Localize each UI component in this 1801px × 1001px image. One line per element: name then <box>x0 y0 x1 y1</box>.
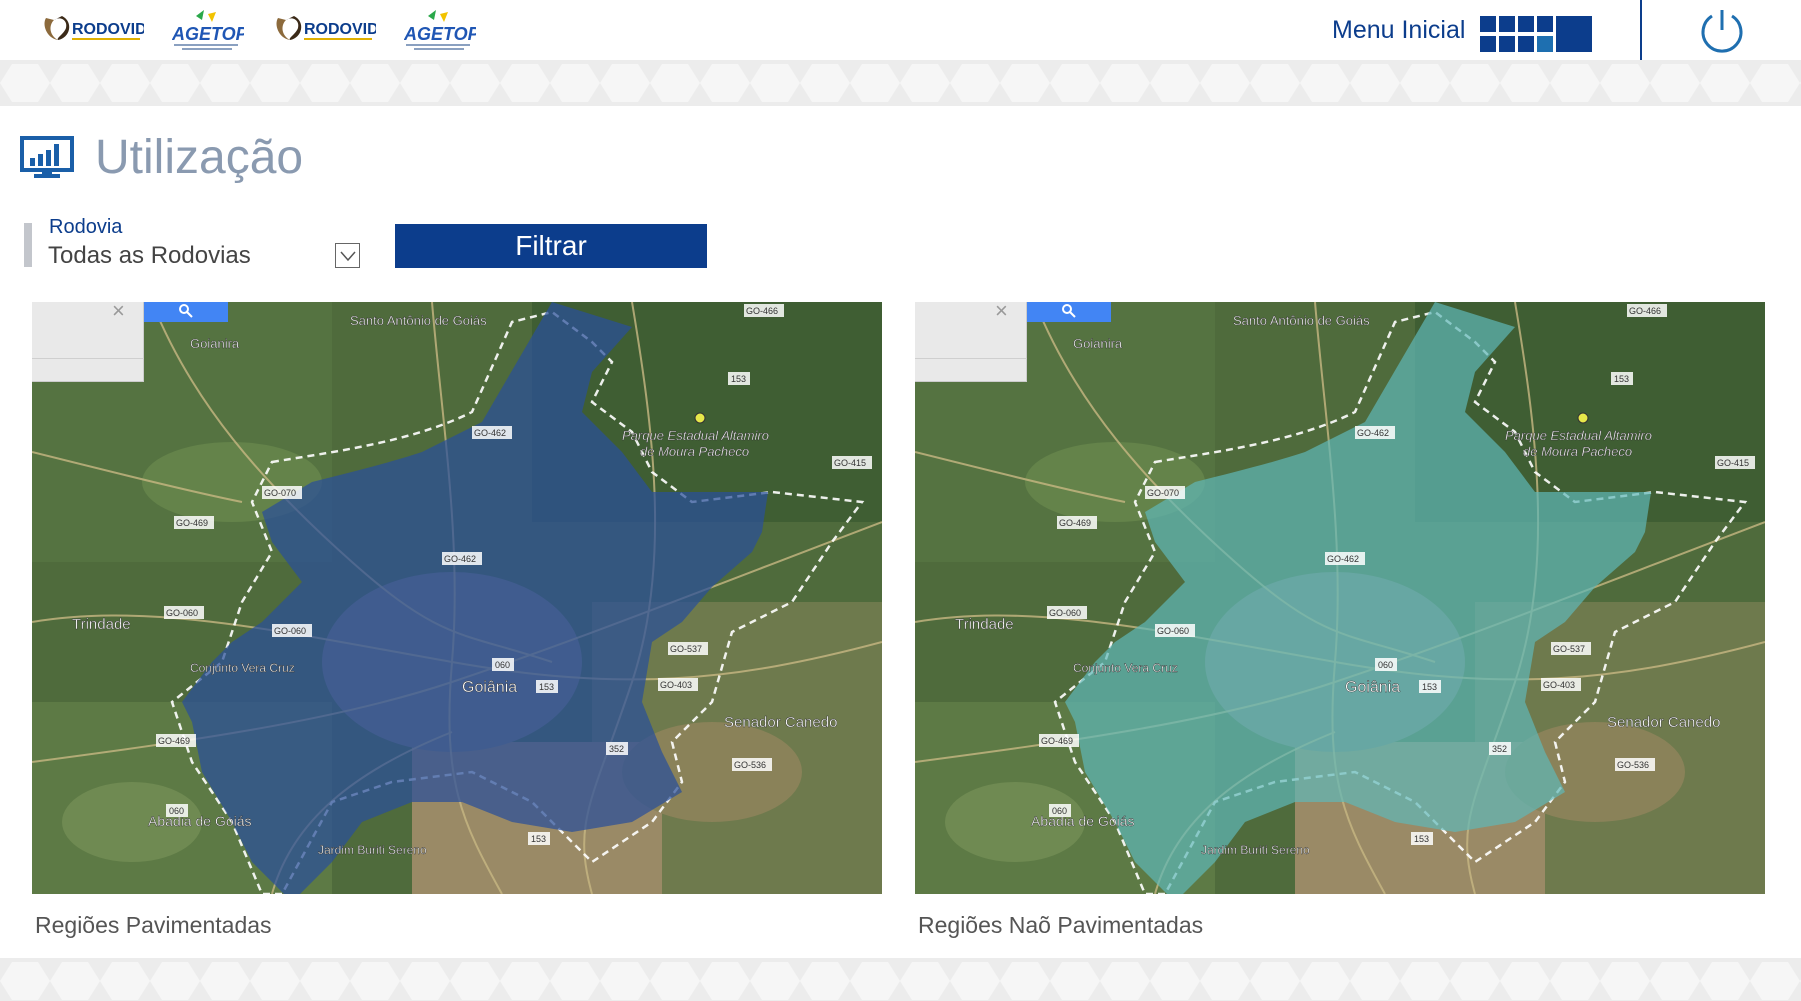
rodovia-label: Rodovia <box>49 216 123 238</box>
svg-text:GO-060: GO-060 <box>166 608 198 618</box>
filter-accent-bar <box>24 223 32 267</box>
svg-text:AGETOP: AGETOP <box>404 24 476 44</box>
rodovida-logo[interactable]: RODOVIDA <box>272 10 376 52</box>
svg-text:153: 153 <box>1614 374 1629 384</box>
footer-pattern-band <box>0 958 1801 1001</box>
svg-text:GO-060: GO-060 <box>1157 626 1189 636</box>
menu-inicial-link[interactable]: Menu Inicial <box>1332 16 1465 45</box>
svg-text:060: 060 <box>169 806 184 816</box>
svg-text:060: 060 <box>1052 806 1067 816</box>
svg-text:153: 153 <box>531 834 546 844</box>
map-label-parque-2: de Moura Pacheco <box>640 444 749 459</box>
svg-text:GO-469: GO-469 <box>1041 736 1073 746</box>
map-search-box[interactable]: × <box>915 302 1027 382</box>
map-label-jardim: Jardim Buriti Sereno <box>1201 843 1310 857</box>
satellite-map[interactable]: Santo Antônio de Goiás Goianira Parque E… <box>915 302 1765 894</box>
map-label-goiania: Goiânia <box>1345 679 1400 696</box>
svg-text:GO-415: GO-415 <box>1717 458 1749 468</box>
svg-text:GO-070: GO-070 <box>1147 488 1179 498</box>
svg-text:GO-403: GO-403 <box>1543 680 1575 690</box>
page-title: Utilização <box>95 131 304 184</box>
header-pattern-band <box>0 60 1801 106</box>
map-label-vera-cruz: Conjunto Vera Cruz <box>190 661 295 675</box>
rodovia-select[interactable]: Todas as Rodovias <box>48 240 362 272</box>
search-icon <box>1062 304 1076 318</box>
svg-text:352: 352 <box>609 744 624 754</box>
svg-text:GO-415: GO-415 <box>834 458 866 468</box>
top-bar: RODOVIDA AGETOP RODOVIDA <box>0 0 1801 60</box>
svg-text:GO-462: GO-462 <box>1357 428 1389 438</box>
map-unpaved-regions[interactable]: Santo Antônio de Goiás Goianira Parque E… <box>915 302 1765 894</box>
svg-text:GO-536: GO-536 <box>1617 760 1649 770</box>
map-label-trindade: Trindade <box>72 616 131 633</box>
monitor-chart-icon <box>20 136 74 178</box>
map-label-goianira: Goianira <box>190 336 240 351</box>
agetop-logo[interactable]: AGETOP <box>404 10 476 52</box>
svg-text:153: 153 <box>539 682 554 692</box>
svg-text:GO-070: GO-070 <box>264 488 296 498</box>
map-label-abadia: Abadia de Goiás <box>1031 813 1135 829</box>
svg-text:153: 153 <box>1414 834 1429 844</box>
svg-text:GO-469: GO-469 <box>158 736 190 746</box>
svg-text:GO-537: GO-537 <box>1553 644 1585 654</box>
map-search-box[interactable]: × <box>32 302 144 382</box>
page: RODOVIDA AGETOP RODOVIDA <box>0 0 1801 1001</box>
svg-text:RODOVIDA: RODOVIDA <box>304 21 376 38</box>
map-label-senador-canedo: Senador Canedo <box>1607 714 1720 731</box>
close-icon[interactable]: × <box>112 302 125 322</box>
svg-text:GO-462: GO-462 <box>474 428 506 438</box>
map-caption-unpaved: Regiões Naõ Pavimentadas <box>918 912 1204 938</box>
svg-text:GO-469: GO-469 <box>1059 518 1091 528</box>
chevron-down-icon[interactable] <box>335 243 360 268</box>
map-paved-regions[interactable]: Santo Antônio de Goiás Goianira Parque E… <box>32 302 882 894</box>
map-label-parque: Parque Estadual Altamiro <box>1505 428 1652 443</box>
map-label-parque: Parque Estadual Altamiro <box>622 428 769 443</box>
svg-text:AGETOP: AGETOP <box>172 24 244 44</box>
rodovia-selected-value: Todas as Rodovias <box>48 242 251 269</box>
close-icon[interactable]: × <box>995 302 1008 322</box>
power-icon[interactable] <box>1699 8 1745 54</box>
rodovida-logo[interactable]: RODOVIDA <box>40 10 144 52</box>
map-label-senador-canedo: Senador Canedo <box>724 714 837 731</box>
map-label-vera-cruz: Conjunto Vera Cruz <box>1073 661 1178 675</box>
satellite-map[interactable]: Santo Antônio de Goiás Goianira Parque E… <box>32 302 882 894</box>
svg-text:GO-537: GO-537 <box>670 644 702 654</box>
map-label-santo-antonio: Santo Antônio de Goiás <box>1233 313 1370 328</box>
svg-text:RODOVIDA: RODOVIDA <box>72 21 144 38</box>
svg-text:GO-466: GO-466 <box>746 306 778 316</box>
map-label-parque-2: de Moura Pacheco <box>1523 444 1632 459</box>
map-label-goianira: Goianira <box>1073 336 1123 351</box>
svg-text:GO-536: GO-536 <box>734 760 766 770</box>
svg-text:GO-060: GO-060 <box>1049 608 1081 618</box>
map-label-abadia: Abadia de Goiás <box>148 813 252 829</box>
search-icon <box>179 304 193 318</box>
svg-text:153: 153 <box>1422 682 1437 692</box>
svg-text:GO-469: GO-469 <box>176 518 208 528</box>
svg-text:GO-462: GO-462 <box>1327 554 1359 564</box>
svg-text:153: 153 <box>731 374 746 384</box>
svg-text:GO-060: GO-060 <box>274 626 306 636</box>
svg-text:060: 060 <box>495 660 510 670</box>
map-label-santo-antonio: Santo Antônio de Goiás <box>350 313 487 328</box>
svg-text:352: 352 <box>1492 744 1507 754</box>
svg-text:GO-403: GO-403 <box>660 680 692 690</box>
svg-text:GO-466: GO-466 <box>1629 306 1661 316</box>
map-label-jardim: Jardim Buriti Sereno <box>318 843 427 857</box>
map-label-trindade: Trindade <box>955 616 1014 633</box>
map-caption-paved: Regiões Pavimentadas <box>35 912 272 938</box>
svg-text:060: 060 <box>1378 660 1393 670</box>
map-search-button[interactable] <box>1027 302 1111 322</box>
svg-text:GO-462: GO-462 <box>444 554 476 564</box>
agetop-logo[interactable]: AGETOP <box>172 10 244 52</box>
grid-tiles-icon[interactable] <box>1480 16 1592 52</box>
map-search-button[interactable] <box>144 302 228 322</box>
map-label-goiania: Goiânia <box>462 679 517 696</box>
header-divider <box>1640 0 1642 60</box>
filter-button[interactable]: Filtrar <box>395 224 707 268</box>
